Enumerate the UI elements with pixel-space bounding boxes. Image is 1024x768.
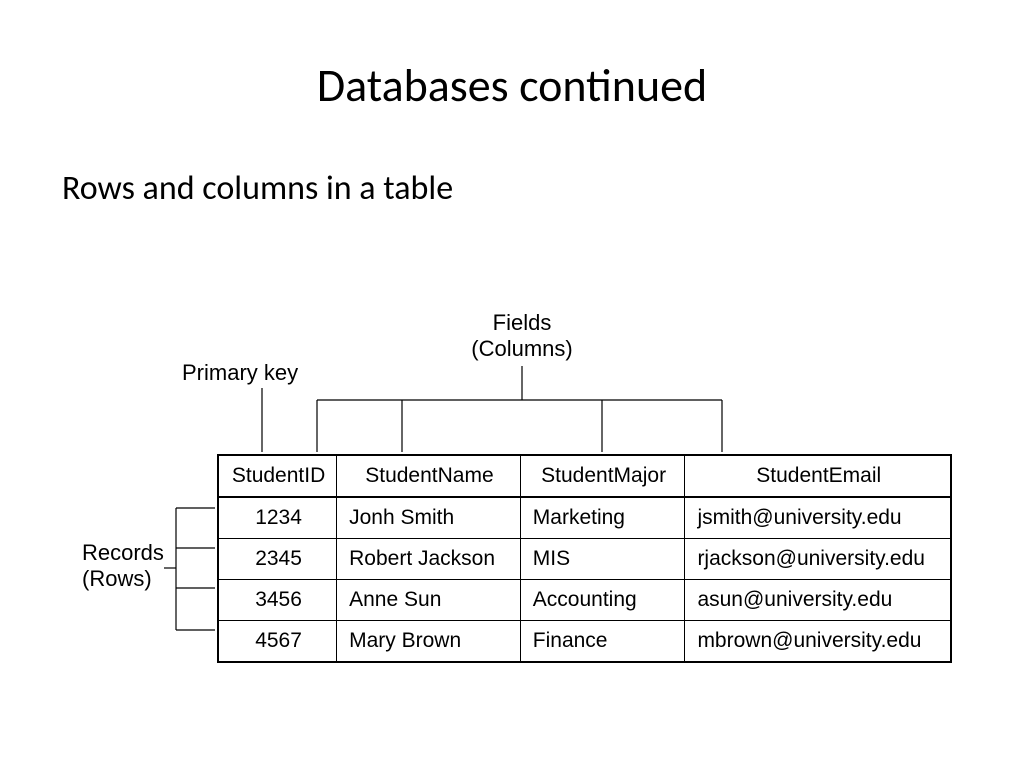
header-student-id: StudentID bbox=[218, 455, 337, 497]
table-row: 3456 Anne Sun Accounting asun@university… bbox=[218, 580, 951, 621]
cell-id: 3456 bbox=[218, 580, 337, 621]
cell-id: 1234 bbox=[218, 497, 337, 539]
cell-name: Robert Jackson bbox=[337, 539, 521, 580]
label-records-line1: Records bbox=[82, 540, 164, 565]
label-fields-line1: Fields bbox=[493, 310, 552, 335]
label-primary-key: Primary key bbox=[182, 360, 298, 386]
cell-name: Anne Sun bbox=[337, 580, 521, 621]
cell-id: 2345 bbox=[218, 539, 337, 580]
cell-id: 4567 bbox=[218, 621, 337, 663]
table-header-row: StudentID StudentName StudentMajor Stude… bbox=[218, 455, 951, 497]
header-student-email: StudentEmail bbox=[685, 455, 951, 497]
page-subtitle: Rows and columns in a table bbox=[62, 168, 453, 209]
label-fields-line2: (Columns) bbox=[471, 336, 572, 361]
slide: Databases continued Rows and columns in … bbox=[0, 0, 1024, 768]
page-title: Databases continued bbox=[0, 58, 1024, 114]
table-row: 2345 Robert Jackson MIS rjackson@univers… bbox=[218, 539, 951, 580]
cell-major: Marketing bbox=[520, 497, 685, 539]
cell-major: MIS bbox=[520, 539, 685, 580]
table-diagram: Primary key Fields (Columns) Records (Ro… bbox=[82, 310, 952, 670]
cell-major: Finance bbox=[520, 621, 685, 663]
cell-email: rjackson@university.edu bbox=[685, 539, 951, 580]
cell-name: Jonh Smith bbox=[337, 497, 521, 539]
cell-email: asun@university.edu bbox=[685, 580, 951, 621]
student-table: StudentID StudentName StudentMajor Stude… bbox=[217, 454, 952, 663]
label-records-line2: (Rows) bbox=[82, 566, 152, 591]
cell-email: mbrown@university.edu bbox=[685, 621, 951, 663]
label-records: Records (Rows) bbox=[82, 540, 164, 593]
header-student-major: StudentMajor bbox=[520, 455, 685, 497]
header-student-name: StudentName bbox=[337, 455, 521, 497]
cell-major: Accounting bbox=[520, 580, 685, 621]
table-row: 4567 Mary Brown Finance mbrown@universit… bbox=[218, 621, 951, 663]
cell-email: jsmith@university.edu bbox=[685, 497, 951, 539]
cell-name: Mary Brown bbox=[337, 621, 521, 663]
label-fields: Fields (Columns) bbox=[462, 310, 582, 363]
table-row: 1234 Jonh Smith Marketing jsmith@univers… bbox=[218, 497, 951, 539]
